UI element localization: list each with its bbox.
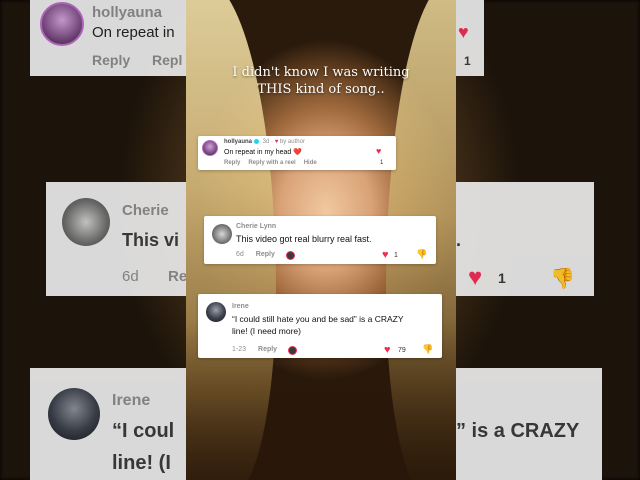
bg-reply: Reply bbox=[92, 52, 131, 68]
comment-username[interactable]: hollyauna · 3d · ♥ by author bbox=[224, 139, 305, 145]
bg-reply: Re bbox=[168, 268, 188, 285]
bg-like-count: 1 bbox=[464, 54, 471, 68]
bg-username: hollyauna bbox=[92, 4, 163, 21]
like-count: 79 bbox=[398, 347, 406, 354]
creator-liked-avatar bbox=[288, 346, 297, 355]
comment-text: On repeat in my head ❤️ bbox=[224, 149, 302, 156]
comment-username[interactable]: Irene bbox=[232, 303, 249, 310]
bg-comment-text: On repeat in bbox=[92, 24, 175, 41]
comment-text-line-1: “I could still hate you and be sad” is a… bbox=[232, 314, 404, 324]
bg-comment-text: “I coul bbox=[112, 420, 175, 442]
like-heart-icon[interactable]: ♥ bbox=[384, 344, 391, 356]
bg-comment-middle: Cherie This vi 6d Re bbox=[46, 182, 188, 296]
bg-heart-icon: ♥ bbox=[468, 264, 483, 291]
bg-heart-icon: ♥ bbox=[458, 22, 469, 42]
bg-comment-middle-right: . ♥ 1 👎 bbox=[456, 182, 594, 296]
bg-comment-text-right: . bbox=[456, 230, 462, 250]
bg-comment-top-right: ♥ 1 bbox=[456, 0, 484, 76]
reply-with-reel-button[interactable]: Reply with a reel bbox=[248, 160, 295, 166]
comment-actions: 6d Reply bbox=[236, 251, 275, 258]
bg-username: Irene bbox=[112, 392, 151, 409]
comment-card-irene[interactable]: Irene “I could still hate you and be sad… bbox=[198, 294, 442, 358]
reply-button[interactable]: Reply bbox=[224, 160, 240, 166]
avatar[interactable] bbox=[212, 224, 232, 244]
bg-comment-text-right: ” is a CRAZY bbox=[456, 420, 580, 442]
dislike-icon[interactable]: 👎 bbox=[416, 249, 427, 260]
comment-text: This video got real blurry real fast. bbox=[236, 234, 372, 244]
like-count: 1 bbox=[394, 252, 398, 259]
like-heart-icon[interactable]: ♥ bbox=[382, 249, 389, 261]
bg-comment-bottom-right: ” is a CRAZY bbox=[456, 368, 602, 480]
bg-date: 6d bbox=[122, 268, 139, 285]
bg-username: Cherie bbox=[122, 202, 169, 219]
video-caption: I didn't know I was writing THIS kind of… bbox=[186, 64, 456, 98]
comment-actions: Reply Reply with a reel Hide bbox=[224, 160, 317, 166]
comment-card-hollyauna[interactable]: hollyauna · 3d · ♥ by author On repeat in… bbox=[198, 136, 396, 170]
comment-text-line-2: line! (I need more) bbox=[232, 326, 301, 336]
like-heart-icon[interactable]: ♥ bbox=[376, 146, 381, 156]
bg-comment-bottom: Irene “I coul line! (I bbox=[30, 368, 186, 480]
comment-badge: · 3d · bbox=[259, 139, 275, 146]
username-text[interactable]: hollyauna bbox=[224, 139, 252, 145]
comment-actions: 1-23 Reply bbox=[232, 346, 277, 353]
avatar[interactable] bbox=[202, 140, 218, 156]
hide-button[interactable]: Hide bbox=[304, 160, 317, 166]
bg-comment-text-line2: line! (I bbox=[112, 452, 171, 474]
dislike-icon[interactable]: 👎 bbox=[422, 344, 433, 355]
bg-comment-top: hollyauna On repeat in Reply Repl bbox=[30, 0, 186, 76]
comment-date: 1-23 bbox=[232, 346, 247, 353]
by-author-label: by author bbox=[279, 139, 305, 146]
bg-reply-2: Repl bbox=[152, 52, 183, 68]
bg-comment-text: This vi bbox=[122, 230, 180, 250]
avatar[interactable] bbox=[206, 302, 226, 322]
creator-liked-avatar bbox=[286, 251, 295, 260]
comment-date: 6d bbox=[236, 251, 244, 258]
bg-avatar-hollyauna bbox=[40, 2, 84, 46]
reply-button[interactable]: Reply bbox=[256, 251, 275, 258]
bg-like-count: 1 bbox=[498, 270, 506, 286]
caption-line-2: THIS kind of song.. bbox=[257, 82, 385, 97]
reply-button[interactable]: Reply bbox=[258, 346, 277, 353]
bg-avatar-cherie bbox=[62, 198, 110, 246]
comment-username[interactable]: Cherie Lynn bbox=[236, 223, 276, 230]
like-count: 1 bbox=[380, 160, 384, 166]
bg-dislike-icon: 👎 bbox=[550, 268, 575, 290]
comment-card-cherie[interactable]: Cherie Lynn This video got real blurry r… bbox=[204, 216, 436, 264]
bg-avatar-irene bbox=[48, 388, 100, 440]
caption-line-1: I didn't know I was writing bbox=[232, 65, 410, 80]
